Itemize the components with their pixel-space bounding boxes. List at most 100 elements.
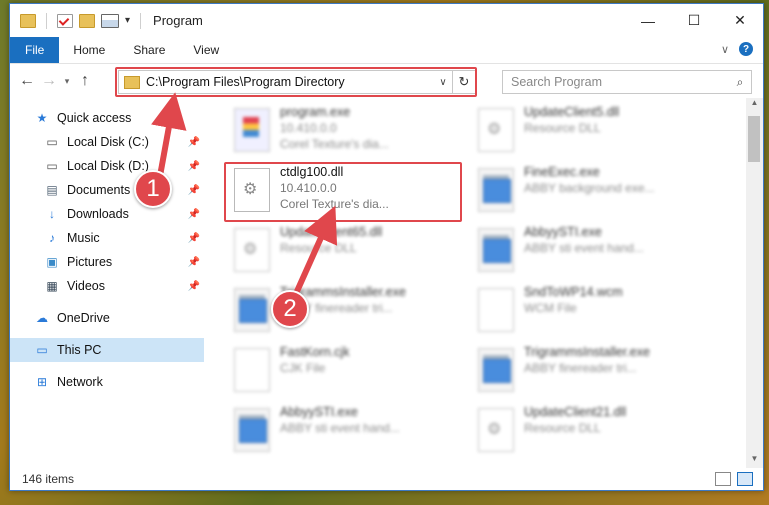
file-item-abbyysti-2[interactable]: AbbyySTI.exe ABBY sti event hand... (230, 404, 460, 456)
sidebar-item-label: Downloads (67, 207, 129, 221)
sidebar-item-label: Quick access (57, 111, 132, 125)
quick-access-toolbar: ▾ Program (10, 12, 203, 29)
cloud-icon: ☁ (36, 311, 48, 325)
sidebar-item-pictures[interactable]: ▣ Pictures 📌 (10, 250, 204, 274)
minimize-button[interactable]: — (625, 4, 671, 37)
dll-file-icon (478, 108, 514, 152)
status-bar: 146 items (10, 468, 763, 490)
sidebar-item-label: Documents (67, 183, 131, 197)
scroll-down-icon[interactable]: ▼ (746, 454, 763, 468)
app-file-icon (234, 288, 270, 332)
file-description: ABBY finereader tri... (524, 361, 637, 375)
network-icon: ⊞ (36, 375, 48, 389)
documents-icon: ▤ (46, 183, 58, 197)
sidebar-item-local-disk-d[interactable]: ▭ Local Disk (D:) 📌 (10, 154, 204, 178)
file-description: Resource DLL (280, 241, 357, 255)
help-icon[interactable]: ? (739, 42, 753, 56)
file-version: 10.410.0.0 (280, 121, 337, 135)
properties-icon[interactable] (101, 13, 119, 28)
file-name: FineExec.exe (524, 165, 600, 179)
maximize-button[interactable]: ☐ (671, 4, 717, 37)
pin-icon: 📌 (187, 160, 200, 172)
search-icon[interactable]: ⌕ (729, 75, 751, 90)
vertical-scrollbar[interactable]: ▲ ▼ (746, 98, 763, 468)
app-file-icon (478, 348, 514, 392)
pictures-icon: ▣ (46, 255, 58, 269)
file-item-trigrammsinstaller-2[interactable]: TrigrammsInstaller.exe ABBY finereader tr… (474, 344, 704, 396)
tab-view[interactable]: View (179, 37, 233, 63)
scroll-up-icon[interactable]: ▲ (746, 98, 763, 112)
file-name: UpdateClient65.dll (280, 225, 383, 239)
details-view-icon[interactable] (715, 472, 731, 486)
drive-icon: ▭ (46, 135, 58, 149)
sidebar-item-music[interactable]: ♪ Music 📌 (10, 226, 204, 250)
properties-check-icon[interactable] (57, 13, 73, 28)
tiles-view-icon[interactable] (737, 472, 753, 486)
pin-icon: 📌 (187, 232, 200, 244)
window-controls: — ☐ ✕ (625, 4, 763, 37)
explorer-window: ▾ Program — ☐ ✕ File Home Share View ∨ ?… (9, 3, 764, 491)
pin-icon: 📌 (187, 280, 200, 292)
forward-arrow-icon[interactable]: → (38, 72, 60, 90)
expand-ribbon-icon[interactable]: ∨ (721, 43, 729, 56)
file-name: program.exe (280, 105, 351, 119)
file-name: UpdateClient5.dll (524, 105, 620, 119)
callout-2: 2 (271, 290, 309, 328)
folder-icon[interactable] (20, 13, 36, 28)
sidebar-item-network[interactable]: ⊞ Network (10, 370, 204, 394)
new-folder-icon[interactable] (79, 13, 95, 28)
chevron-down-icon[interactable]: ▾ (125, 15, 130, 26)
sidebar-item-documents[interactable]: ▤ Documents 📌 (10, 178, 204, 202)
file-description: ABBY sti event hand... (280, 421, 400, 435)
search-box[interactable]: Search Program ⌕ (502, 70, 752, 94)
file-list: program.exe 10.410.0.0 Corel Texture's dia… (204, 98, 763, 468)
dll-file-icon (234, 228, 270, 272)
sidebar-item-quick-access[interactable]: ★ Quick access (10, 106, 204, 130)
blank-file-icon (478, 288, 514, 332)
file-description: Resource DLL (524, 421, 601, 435)
file-item-abbyysti[interactable]: AbbyySTI.exe ABBY sti event hand... (474, 224, 704, 276)
file-description: CJK File (280, 361, 326, 375)
sidebar-item-label: Local Disk (C:) (67, 135, 149, 149)
back-arrow-icon[interactable]: ← (16, 72, 38, 90)
tab-home[interactable]: Home (59, 37, 119, 63)
file-item-updateclient65[interactable]: UpdateClient65.dll Resource DLL (230, 224, 460, 276)
close-button[interactable]: ✕ (717, 4, 763, 37)
up-arrow-icon[interactable]: ↑ (74, 72, 96, 90)
app-file-icon (478, 228, 514, 272)
file-item-updateclient21[interactable]: UpdateClient21.dll Resource DLL (474, 404, 704, 456)
file-item-fastkorn[interactable]: FastKorn.cjk CJK File (230, 344, 460, 396)
file-description: ABBY sti event hand... (524, 241, 644, 255)
exe-file-icon (234, 108, 270, 152)
search-input[interactable]: Search Program (503, 75, 729, 89)
file-item-trigrammsinstaller[interactable]: TrigrammsInstaller.exe ABBY finereader tr… (230, 284, 460, 336)
tab-file[interactable]: File (10, 37, 60, 63)
file-description: ABBY background exe... (524, 181, 655, 195)
music-icon: ♪ (49, 231, 55, 245)
sidebar-item-onedrive[interactable]: ☁ OneDrive (10, 306, 204, 330)
pin-icon: 📌 (187, 256, 200, 268)
ribbon-right: ∨ ? (721, 42, 753, 56)
scrollbar-thumb[interactable] (748, 116, 760, 162)
computer-icon: ▭ (36, 343, 48, 357)
dll-file-icon (478, 408, 514, 452)
sidebar-item-label: This PC (57, 343, 102, 357)
view-switcher (715, 472, 753, 486)
file-item-program-exe[interactable]: program.exe 10.410.0.0 Corel Texture's dia… (230, 104, 460, 156)
file-item-updateclient5[interactable]: UpdateClient5.dll Resource DLL (474, 104, 704, 156)
file-description: WCM File (524, 301, 577, 315)
sidebar-item-downloads[interactable]: ↓ Downloads 📌 (10, 202, 204, 226)
recent-locations-icon[interactable]: ▾ (60, 76, 74, 87)
sidebar-item-label: Pictures (67, 255, 113, 269)
navigation-pane: ★ Quick access ▭ Local Disk (C:) 📌 ▭ Loc… (10, 98, 204, 468)
file-item-fineexec[interactable]: FineExec.exe ABBY background exe... (474, 164, 704, 216)
sidebar-item-local-disk-c[interactable]: ▭ Local Disk (C:) 📌 (10, 130, 204, 154)
file-item-sndtowp14[interactable]: SndToWP14.wcm WCM File (474, 284, 704, 336)
drive-icon: ▭ (46, 159, 58, 173)
item-count: 146 items (22, 472, 75, 486)
sidebar-item-this-pc[interactable]: ▭ This PC (10, 338, 204, 362)
tab-share[interactable]: Share (119, 37, 179, 63)
sidebar-item-videos[interactable]: ▦ Videos 📌 (10, 274, 204, 298)
